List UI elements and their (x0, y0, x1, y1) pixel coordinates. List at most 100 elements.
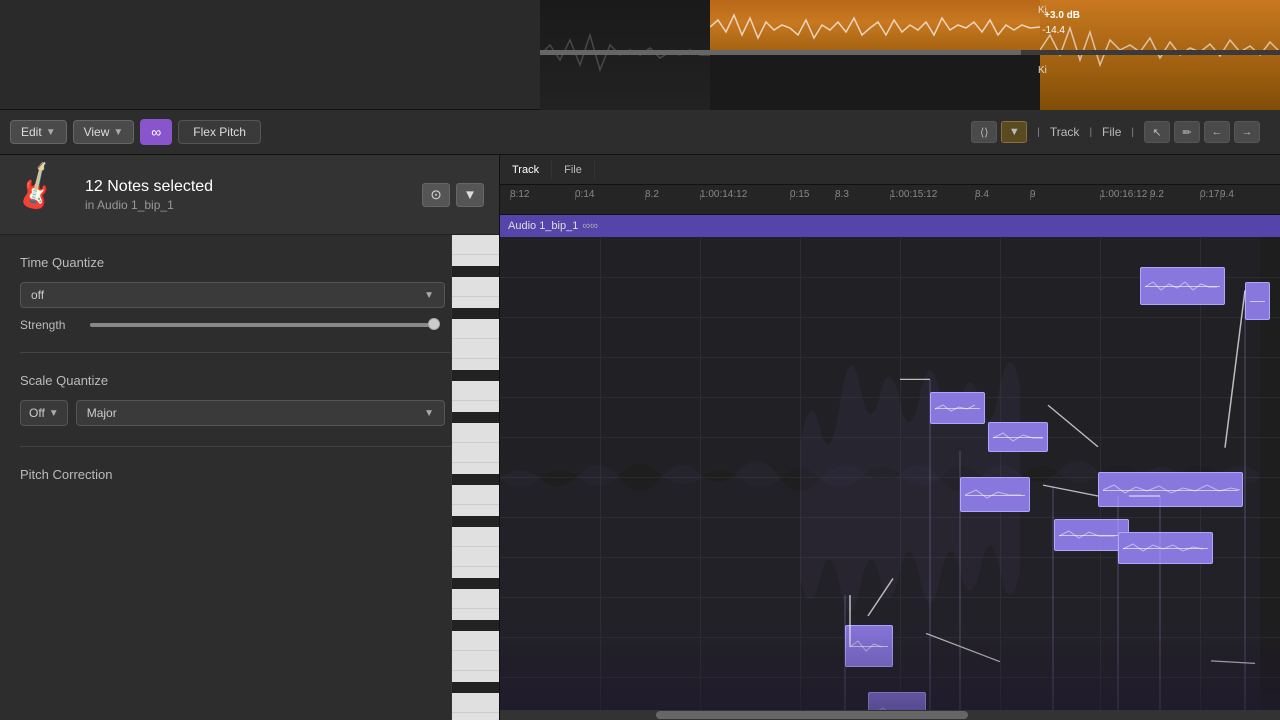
arrow-tool-button[interactable]: ↖ (1144, 121, 1170, 143)
view-button[interactable]: View ▼ (73, 120, 135, 144)
ruler-tick-10015: 1:00:15:12 (890, 185, 937, 200)
scale-quantize-label: Scale Quantize (20, 373, 479, 388)
view-label: View (84, 125, 110, 139)
note-block-3[interactable] (930, 392, 985, 424)
main-content: Track File 8:12 0:14 8.2 1:00:14:12 0:15… (500, 155, 1280, 720)
record-button[interactable]: ⊙ (422, 183, 450, 207)
toolbar-sep3: | (1131, 127, 1134, 138)
file-tab[interactable]: File (552, 160, 595, 180)
scale-type-dropdown[interactable]: Major ▼ (76, 400, 445, 426)
strength-thumb[interactable] (428, 318, 440, 330)
scrollbar-thumb[interactable] (656, 711, 968, 719)
piano-roll[interactable] (500, 237, 1280, 720)
db-label: +3.0 dB (1044, 10, 1080, 21)
region-label-bar: Audio 1_bip_1 ∞∞ (500, 215, 1280, 237)
edit-button[interactable]: Edit ▼ (10, 120, 67, 144)
instrument-header: 🎸 12 Notes selected in Audio 1_bip_1 ⊙ ▼ (0, 155, 499, 235)
ruler-tick-92: 9.2 (1150, 185, 1164, 200)
scale-off-value: Off (29, 406, 45, 420)
ki-label-2: Ki (1038, 65, 1047, 76)
funnel-button[interactable]: ▼ (1001, 121, 1027, 143)
scale-type-arrow: ▼ (424, 408, 434, 419)
time-quantize-dropdown[interactable]: off ▼ (20, 282, 445, 308)
time-quantize-row: off ▼ Q (20, 282, 479, 308)
piano-keys: // This will be rendered by the populate… (451, 235, 499, 720)
guitar-icon: 🎸 (8, 159, 68, 218)
file-button[interactable]: File (1102, 125, 1121, 139)
strength-slider[interactable] (90, 323, 439, 327)
seek-progress (540, 50, 1021, 55)
section-divider-2 (20, 446, 479, 447)
note-block-2[interactable] (1245, 282, 1270, 320)
down-button[interactable]: ▼ (456, 183, 484, 207)
toolbar: Edit ▼ View ▼ ∞ Flex Pitch ⟨⟩ ▼ | Track … (0, 110, 1280, 155)
timeline-ruler: 8:12 0:14 8.2 1:00:14:12 0:15 8.3 1:00:1… (500, 185, 1280, 215)
top-waveform-container: +3.0 dB -14.4 Ki Ki (540, 0, 1280, 110)
edit-dropdown-icon: ▼ (46, 127, 56, 138)
pitch-correction-label: Pitch Correction (20, 467, 112, 482)
flex-icon: ∞ (151, 124, 161, 140)
piano-keys-visual (452, 235, 499, 720)
ruler-tick-84: 8.4 (975, 185, 989, 200)
horizontal-scrollbar[interactable] (500, 710, 1280, 720)
waveform-dark-left (540, 0, 710, 110)
controls-panel: Time Quantize off ▼ Q Strength 100 Scale… (0, 235, 499, 502)
track-tab[interactable]: Track (500, 160, 552, 180)
region-loop-icon: ∞∞ (582, 220, 598, 232)
note-pitch-line-2 (1250, 301, 1265, 302)
notes-selected-label: 12 Notes selected (85, 178, 407, 196)
ruler-tick-10014: 1:00:14:12 (700, 185, 747, 200)
transport-back-button[interactable]: ⟨⟩ (971, 121, 997, 143)
note-block-4[interactable] (988, 422, 1048, 452)
piano-keys-container: // This will be rendered by the populate… (452, 235, 499, 720)
db-value: -14.4 (1042, 25, 1065, 36)
note-block-6[interactable] (1098, 472, 1243, 507)
ruler-tick-812: 8:12 (510, 185, 529, 200)
ruler-tick-82: 8.2 (645, 185, 659, 200)
instrument-info: 12 Notes selected in Audio 1_bip_1 (85, 178, 407, 212)
time-quantize-arrow: ▼ (424, 290, 434, 301)
ki-label-1: Ki (1038, 5, 1047, 16)
flex-pitch-icon-button[interactable]: ∞ (140, 119, 172, 145)
scale-quantize-row: Off ▼ Major ▼ Q (20, 400, 479, 426)
ruler-tick-83: 8.3 (835, 185, 849, 200)
ruler-tick-017: 0:17 (1200, 185, 1219, 200)
nav-right-button[interactable]: → (1234, 121, 1260, 143)
strength-label: Strength (20, 318, 80, 332)
audio-name-label: in Audio 1_bip_1 (85, 198, 407, 212)
seek-bar[interactable] (540, 50, 1280, 55)
time-quantize-label: Time Quantize (20, 255, 479, 270)
ruler-tick-014: 0:14 (575, 185, 594, 200)
top-bar: +3.0 dB -14.4 Ki Ki (0, 0, 1280, 110)
note-block-8[interactable] (1118, 532, 1213, 564)
left-panel: 🎸 12 Notes selected in Audio 1_bip_1 ⊙ ▼… (0, 155, 500, 720)
note-block-5[interactable] (960, 477, 1030, 512)
ruler-tick-94: 9.4 (1220, 185, 1234, 200)
pencil-tool-button[interactable]: ✏ (1174, 121, 1200, 143)
main-area: 🎸 12 Notes selected in Audio 1_bip_1 ⊙ ▼… (0, 155, 1280, 720)
toolbar-separator: | (1037, 127, 1040, 138)
track-button[interactable]: Track (1050, 125, 1080, 139)
nav-left-button[interactable]: ← (1204, 121, 1230, 143)
scale-off-arrow: ▼ (49, 408, 59, 419)
instrument-icon: 🎸 (15, 167, 70, 222)
ruler-tick-015: 0:15 (790, 185, 809, 200)
ruler-tick-10016: 1:00:16:12 (1100, 185, 1147, 200)
toolbar-right-controls: ⟨⟩ ▼ | Track | File | ↖ ✏ ← → (971, 121, 1260, 143)
note-block-1[interactable] (1140, 267, 1225, 305)
time-quantize-value: off (31, 288, 44, 302)
strength-row: Strength 100 (20, 318, 479, 332)
ruler-tick-9: 9 (1030, 185, 1036, 200)
toolbar-sep2: | (1089, 127, 1092, 138)
scale-off-dropdown[interactable]: Off ▼ (20, 400, 68, 426)
section-divider-1 (20, 352, 479, 353)
region-label: Audio 1_bip_1 (508, 220, 578, 232)
view-dropdown-icon: ▼ (113, 127, 123, 138)
scale-type-value: Major (87, 406, 117, 420)
header-buttons: ⊙ ▼ (422, 183, 484, 207)
bottom-fade (500, 620, 1280, 720)
flex-pitch-label: Flex Pitch (178, 120, 261, 144)
waveform-orange-top (710, 0, 1040, 55)
edit-label: Edit (21, 125, 42, 139)
pitch-correction-row: Pitch Correction 0 (20, 467, 479, 482)
